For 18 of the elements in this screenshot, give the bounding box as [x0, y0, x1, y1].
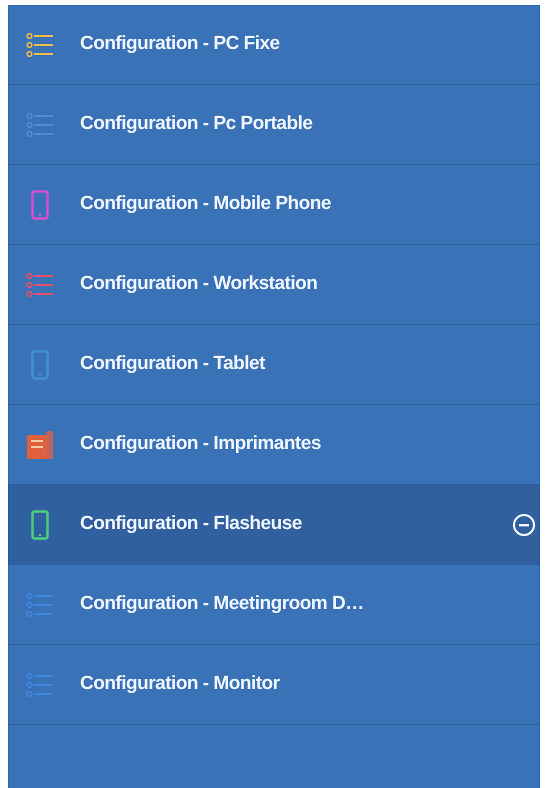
- menu-item[interactable]: Configuration - PC Fixe: [8, 5, 540, 85]
- menu-item[interactable]: Configuration - Workstation: [8, 245, 540, 325]
- menu-item-label: Configuration - Imprimantes: [80, 432, 322, 456]
- menu-item-label: Configuration - PC Fixe: [80, 32, 281, 56]
- menu-item[interactable]: Configuration - Meetingroom D…: [8, 565, 540, 645]
- menu-item-label: Configuration - Mobile Phone: [80, 192, 332, 216]
- menu-item[interactable]: Configuration - Mobile Phone: [8, 165, 540, 245]
- menu-item-label: Configuration - Meetingroom D…: [80, 592, 365, 616]
- menu-item-label: Configuration - Tablet: [80, 352, 266, 376]
- menu-item-label: Configuration - Workstation: [80, 272, 318, 296]
- menu-item-label: Configuration - Pc Portable: [80, 112, 314, 136]
- menu-item[interactable]: Configuration - Flasheuse: [8, 485, 540, 565]
- menu-item[interactable]: Configuration - Pc Portable: [8, 85, 540, 165]
- menu-item-label: Configuration - Flasheuse: [80, 512, 303, 536]
- menu-item[interactable]: Configuration - Tablet: [8, 325, 540, 405]
- menu-item[interactable]: Configuration - Monitor: [8, 645, 540, 725]
- menu-item-label: Configuration - Monitor: [80, 672, 281, 696]
- minus-circle-icon[interactable]: [512, 512, 536, 536]
